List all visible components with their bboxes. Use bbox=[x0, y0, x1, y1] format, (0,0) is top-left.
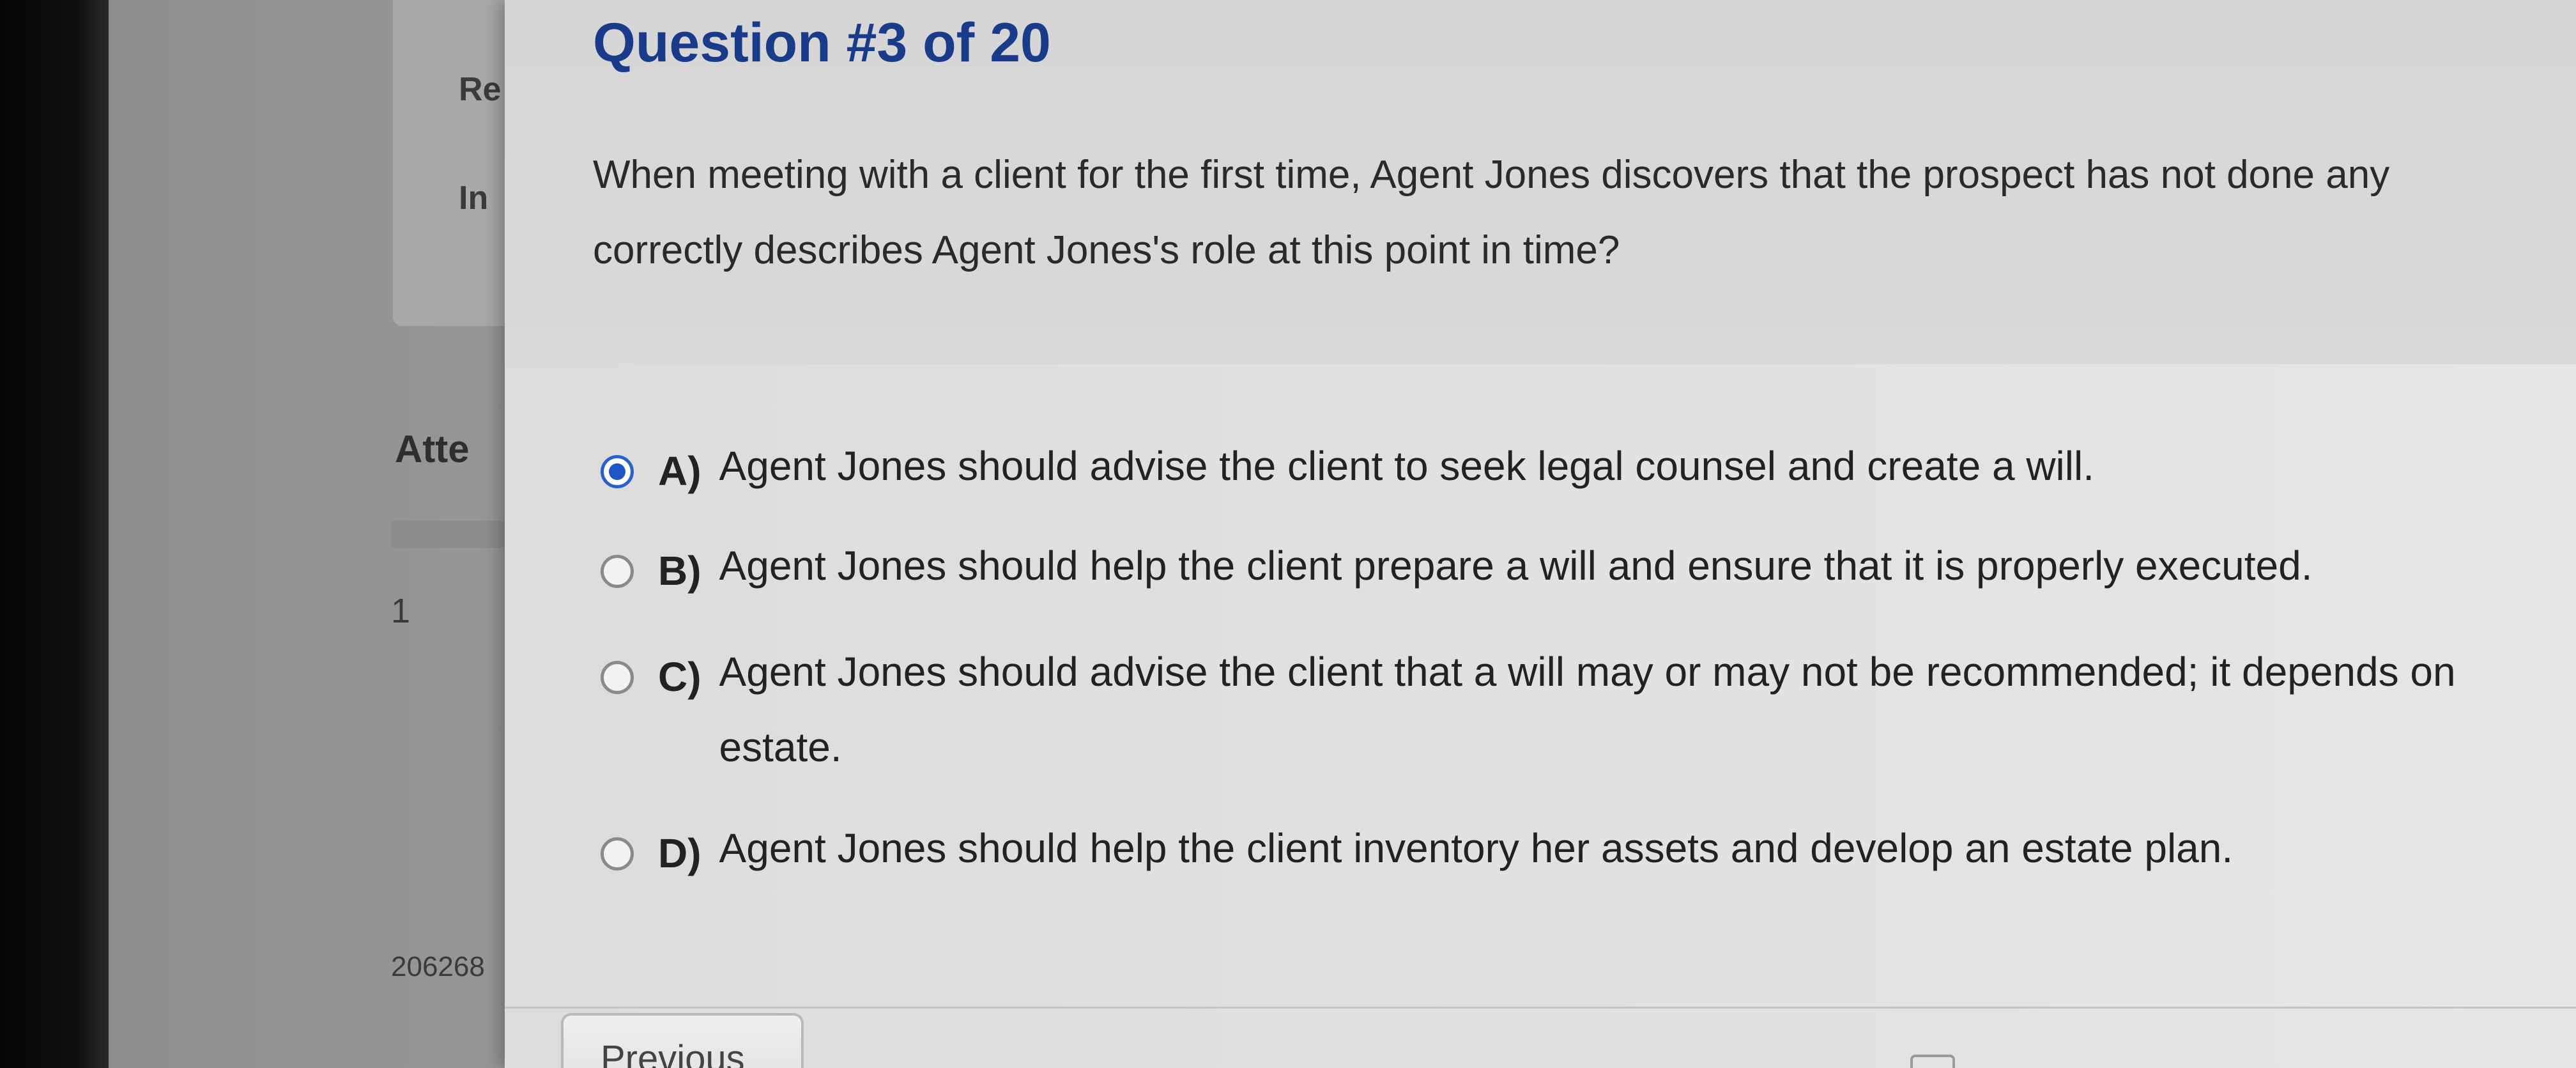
screen-bezel bbox=[0, 0, 109, 1068]
background-attempt-number: 1 bbox=[391, 592, 411, 630]
choice-text-line: Agent Jones should help the client inven… bbox=[719, 825, 2234, 871]
question-title: Question #3 of 20 bbox=[593, 12, 1051, 74]
choice-text-line: Agent Jones should help the client prepa… bbox=[719, 543, 2313, 589]
background-label-in: In bbox=[459, 180, 489, 217]
choice-letter-a: A) bbox=[658, 448, 702, 494]
answer-choice-c[interactable]: C) Agent Jones should advise the client … bbox=[601, 649, 2456, 785]
choice-text-d: Agent Jones should help the client inven… bbox=[719, 810, 2234, 886]
background-label-attempts: Atte bbox=[395, 428, 470, 470]
choice-letter-b: B) bbox=[658, 548, 702, 594]
radio-button-a[interactable] bbox=[601, 455, 634, 488]
background-info-panel bbox=[393, 0, 521, 326]
footer-divider bbox=[505, 1007, 2576, 1009]
radio-button-b[interactable] bbox=[601, 555, 634, 588]
choice-text-line: Agent Jones should advise the client tha… bbox=[719, 649, 2456, 695]
choice-text-line: Agent Jones should advise the client to … bbox=[719, 443, 2094, 489]
background-question-id: 206268 bbox=[391, 951, 485, 982]
question-stem: When meeting with a client for the first… bbox=[593, 137, 2573, 288]
answer-choice-b[interactable]: B) Agent Jones should help the client pr… bbox=[601, 543, 2313, 603]
answer-choice-d[interactable]: D) Agent Jones should help the client in… bbox=[601, 825, 2233, 886]
radio-button-c[interactable] bbox=[601, 661, 634, 694]
question-stem-line: correctly describes Agent Jones's role a… bbox=[593, 228, 1620, 272]
choice-text-line: estate. bbox=[719, 724, 842, 770]
background-label-re: Re bbox=[459, 71, 502, 108]
previous-button[interactable]: Previous bbox=[561, 1013, 804, 1068]
choice-text-a: Agent Jones should advise the client to … bbox=[719, 428, 2094, 504]
choice-letter-c: C) bbox=[658, 654, 702, 700]
question-modal: Question #3 of 20 When meeting with a cl… bbox=[505, 0, 2576, 1068]
question-stem-line: When meeting with a client for the first… bbox=[593, 153, 2390, 197]
choice-letter-d: D) bbox=[658, 830, 702, 876]
footer-control-edge[interactable] bbox=[1910, 1055, 1955, 1068]
answer-choice-a[interactable]: A) Agent Jones should advise the client … bbox=[601, 443, 2094, 504]
radio-button-d[interactable] bbox=[601, 837, 634, 871]
choice-text-b: Agent Jones should help the client prepa… bbox=[719, 528, 2313, 603]
choice-text-c: Agent Jones should advise the client tha… bbox=[719, 634, 2456, 785]
